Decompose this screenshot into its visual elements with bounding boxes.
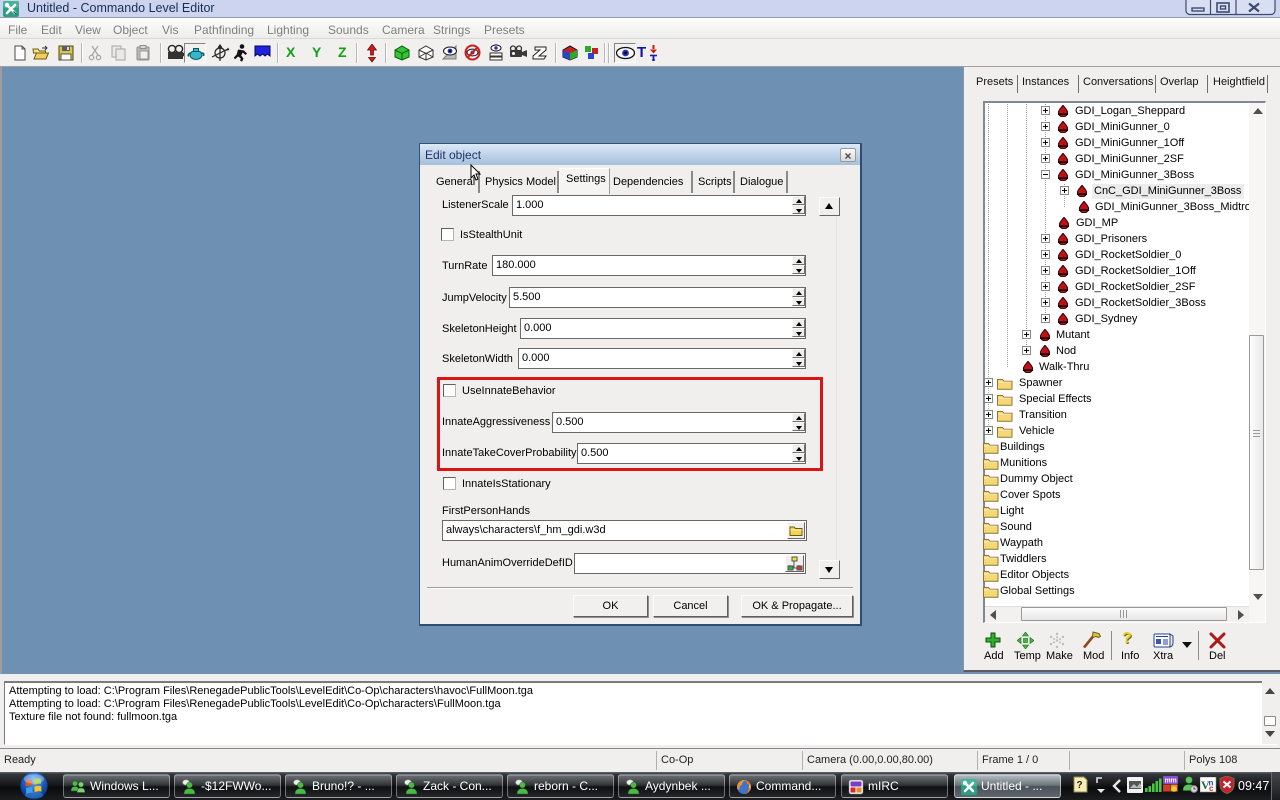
svg-text:?: ? [1077,780,1083,791]
svg-text:m: m [1171,778,1177,785]
svg-text:c: c [1209,784,1214,793]
